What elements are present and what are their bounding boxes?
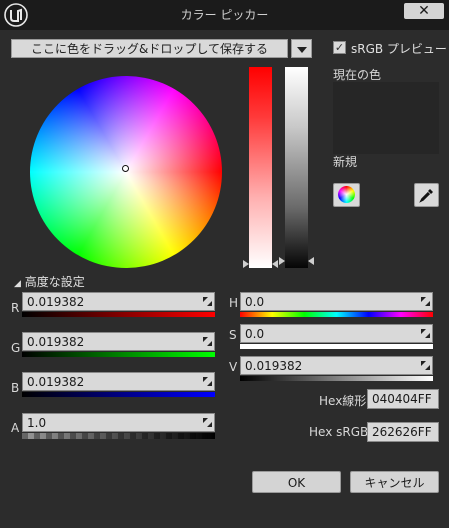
collapse-triangle-icon: ◢ [14,279,21,289]
s-field[interactable]: 0.0 [240,324,433,343]
close-button[interactable]: ✕ [404,3,444,19]
value-slider[interactable] [285,67,308,268]
eyedropper-button[interactable] [414,183,439,207]
g-field[interactable]: 0.019382 [22,332,215,351]
slider-handle-left-icon[interactable] [243,260,249,268]
b-gradient-bar[interactable] [22,392,215,397]
v-label: V [229,360,238,374]
a-gradient-bar[interactable] [22,433,215,439]
saturation-slider[interactable] [249,67,272,268]
ok-button[interactable]: OK [252,471,341,493]
hex-srgb-field[interactable]: 262626FF [367,422,439,442]
new-color-swatch [333,118,439,154]
h-gradient-bar[interactable] [240,312,433,317]
advanced-toggle[interactable]: ◢ 高度な設定 [14,273,85,290]
g-gradient-bar[interactable] [22,352,215,357]
v-gradient-bar[interactable] [240,376,433,381]
b-label: B [11,381,20,395]
slider-handle-right-icon[interactable] [308,257,314,265]
current-color-swatch [333,82,439,118]
slider-handle-right-icon[interactable] [272,260,278,268]
drag-spin-icon[interactable] [203,377,212,386]
r-field[interactable]: 0.019382 [22,292,215,311]
drag-spin-icon[interactable] [203,297,212,306]
drag-spin-icon[interactable] [421,329,430,338]
drag-spin-icon[interactable] [203,337,212,346]
r-gradient-bar[interactable] [22,312,215,317]
current-color-label: 現在の色 [333,68,382,82]
hex-srgb-label: Hex sRGB [309,425,369,439]
drag-spin-icon[interactable] [203,418,212,427]
window-title: カラー ピッカー [180,8,269,22]
color-wheel[interactable] [30,76,222,268]
r-label: R [11,301,20,315]
v-field[interactable]: 0.019382 [240,356,433,375]
s-label: S [229,328,237,342]
color-wheel-cursor[interactable] [122,165,129,172]
advanced-label: 高度な設定 [24,275,85,289]
a-field[interactable]: 1.0 [22,413,215,432]
h-field[interactable]: 0.0 [240,292,433,311]
drag-spin-icon[interactable] [421,361,430,370]
eyedropper-icon [418,189,433,203]
g-label: G [11,341,21,355]
new-color-label: 新規 [333,155,358,169]
b-field[interactable]: 0.019382 [22,372,215,391]
hex-linear-field[interactable]: 040404FF [367,389,439,409]
color-wheel-icon [338,186,355,203]
srgb-preview-checkbox[interactable]: ✓ [333,41,346,54]
chevron-down-icon[interactable] [291,39,312,58]
color-drop-field[interactable]: ここに色をドラッグ&ドロップして保存する [11,39,288,58]
hex-linear-label: Hex線形 [319,394,367,408]
h-label: H [229,296,239,310]
srgb-preview-label: sRGB プレビュー [351,42,447,56]
slider-handle-left-icon[interactable] [279,257,285,265]
drag-spin-icon[interactable] [421,297,430,306]
a-label: A [11,421,20,435]
s-gradient-bar[interactable] [240,344,433,349]
cancel-button[interactable]: キャンセル [350,471,439,493]
